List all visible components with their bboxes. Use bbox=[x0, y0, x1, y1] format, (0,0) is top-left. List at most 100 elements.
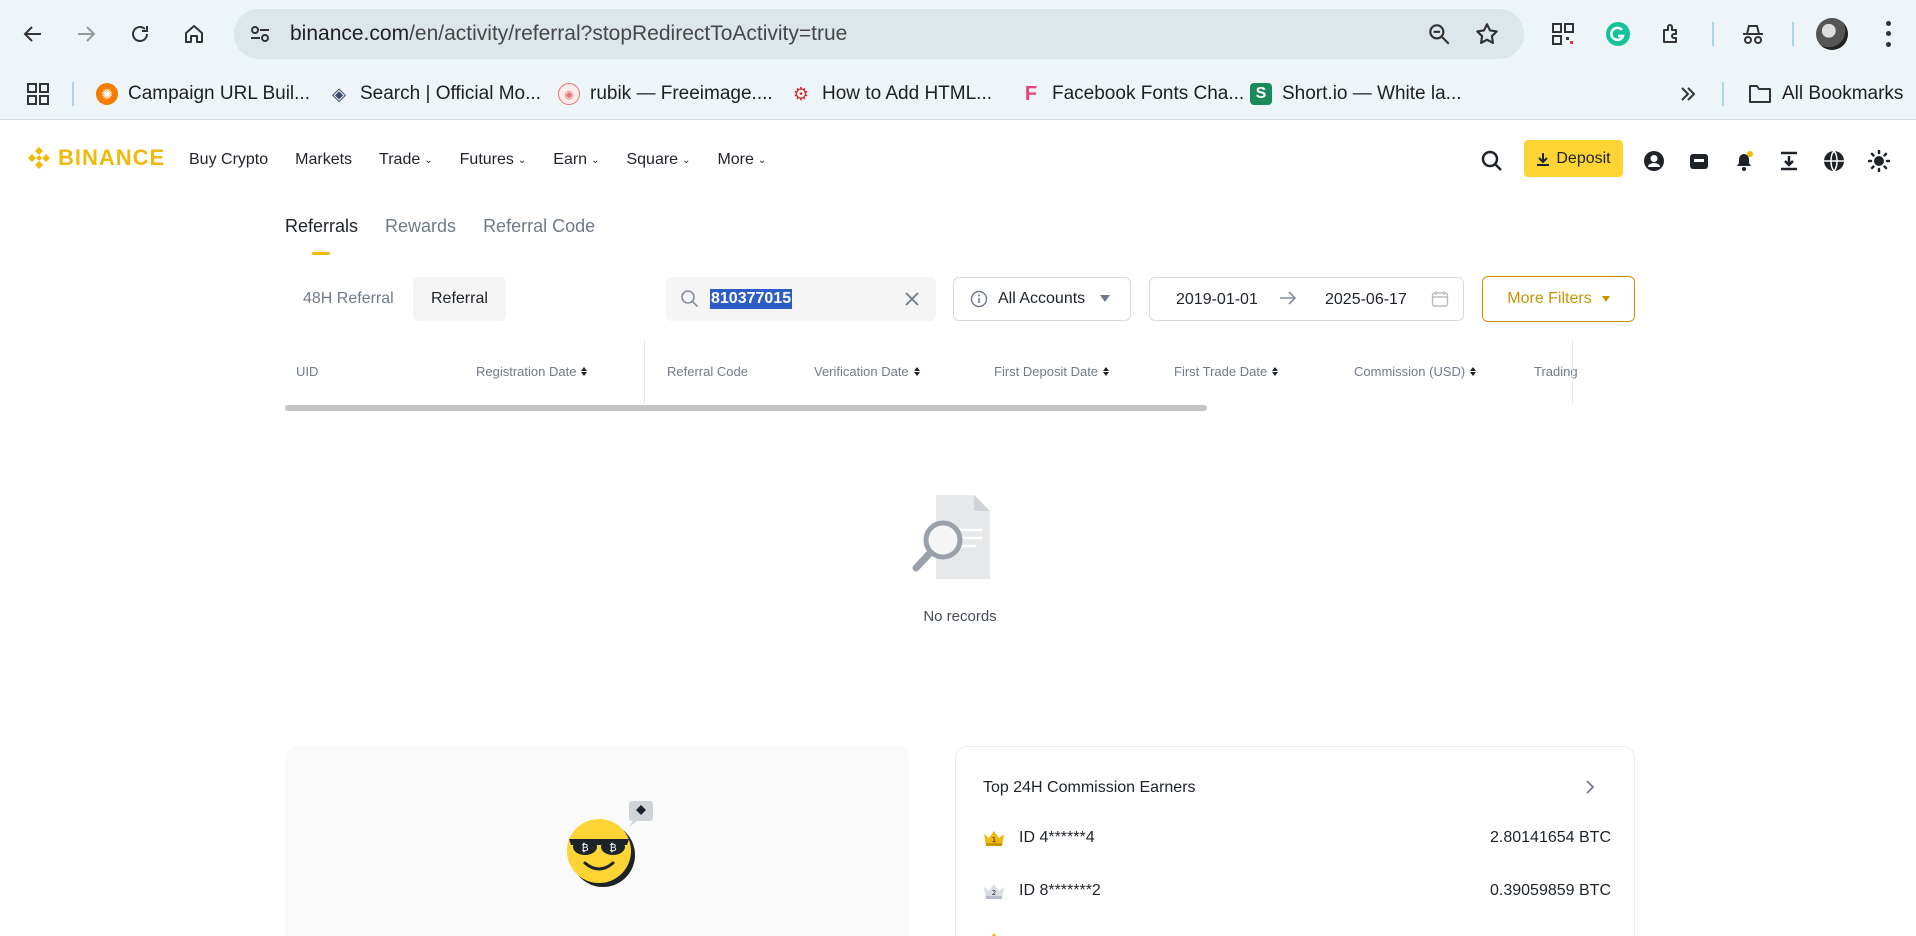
tab-referrals[interactable]: Referrals bbox=[285, 216, 358, 255]
forward-button[interactable] bbox=[69, 17, 103, 51]
gear-icon: ⚙ bbox=[792, 83, 810, 104]
column-divider bbox=[644, 340, 645, 404]
bookmark-item[interactable]: F Facebook Fonts Cha... bbox=[1020, 80, 1244, 108]
download-icon bbox=[1537, 152, 1550, 166]
bookmarks-bar: ✺ Campaign URL Buil... ◈ Search | Offici… bbox=[0, 68, 1916, 120]
segment-48h-referral[interactable]: 48H Referral bbox=[285, 277, 412, 321]
caret-down-icon bbox=[1601, 296, 1610, 302]
tab-referral-code[interactable]: Referral Code bbox=[483, 216, 595, 249]
browser-toolbar: binance.com/en/activity/referral?stopRed… bbox=[0, 0, 1916, 68]
chevron-right-icon[interactable] bbox=[1582, 777, 1598, 797]
caret-down-icon bbox=[1100, 295, 1110, 302]
bookmark-label: Short.io — White la... bbox=[1282, 83, 1462, 104]
col-first-trade-date[interactable]: First Trade Date bbox=[1174, 364, 1279, 379]
nav-square[interactable]: Square ⌄ bbox=[626, 151, 690, 169]
chevron-down-icon: ⌄ bbox=[757, 154, 767, 166]
svg-text:1: 1 bbox=[992, 836, 996, 844]
sort-icon bbox=[1272, 367, 1279, 376]
url-text: binance.com/en/activity/referral?stopRed… bbox=[290, 22, 848, 45]
svg-text:2: 2 bbox=[992, 889, 996, 897]
account-select[interactable]: All Accounts bbox=[953, 277, 1131, 321]
bookmark-item[interactable]: ✺ Campaign URL Buil... bbox=[96, 80, 310, 108]
address-bar[interactable]: binance.com/en/activity/referral?stopRed… bbox=[234, 9, 1524, 59]
segment-referral[interactable]: Referral bbox=[413, 277, 506, 321]
earner-row: 2 ID 8*******2 0.39059859 BTC bbox=[983, 880, 1611, 904]
date-from[interactable]: 2019-01-01 bbox=[1176, 291, 1258, 309]
svg-text:₿: ₿ bbox=[609, 842, 616, 854]
bookmark-label: Campaign URL Buil... bbox=[128, 83, 310, 104]
arrow-left-icon bbox=[23, 26, 41, 42]
chevron-down-icon: ⌄ bbox=[424, 154, 433, 166]
grammarly-icon[interactable] bbox=[1603, 19, 1633, 49]
theme-toggle-icon[interactable] bbox=[1867, 149, 1891, 173]
nav-markets[interactable]: Markets bbox=[295, 151, 352, 169]
globe-icon[interactable] bbox=[1822, 149, 1846, 173]
font-f-icon: F bbox=[1024, 82, 1038, 105]
svg-text:₿: ₿ bbox=[581, 842, 588, 854]
chevron-down-icon: ⌄ bbox=[517, 154, 527, 166]
table-horizontal-scrollbar[interactable] bbox=[285, 405, 1207, 411]
bookmark-label: Facebook Fonts Cha... bbox=[1052, 83, 1245, 104]
all-bookmarks-label: All Bookmarks bbox=[1782, 83, 1904, 104]
uid-search-input[interactable]: 810377015 bbox=[666, 277, 936, 321]
col-first-deposit-date[interactable]: First Deposit Date bbox=[994, 364, 1110, 379]
diamond-icon: ◈ bbox=[332, 83, 346, 104]
col-registration-date[interactable]: Registration Date bbox=[476, 364, 588, 379]
zoom-icon[interactable] bbox=[1426, 21, 1452, 47]
search-icon[interactable] bbox=[1480, 149, 1504, 173]
notifications-bell-icon[interactable] bbox=[1732, 149, 1756, 173]
info-icon bbox=[970, 290, 988, 308]
date-range-picker[interactable]: 2019-01-01 2025-06-17 bbox=[1149, 277, 1464, 321]
more-filters-button[interactable]: More Filters bbox=[1482, 276, 1635, 322]
wallet-icon[interactable] bbox=[1687, 149, 1711, 173]
nav-earn[interactable]: Earn ⌄ bbox=[553, 151, 599, 169]
home-icon bbox=[185, 25, 203, 43]
nav-trade[interactable]: Trade ⌄ bbox=[379, 151, 433, 169]
chevron-down-icon: ⌄ bbox=[591, 154, 600, 166]
date-to[interactable]: 2025-06-17 bbox=[1325, 291, 1407, 309]
clear-icon[interactable] bbox=[902, 289, 922, 309]
reload-button[interactable] bbox=[123, 17, 157, 51]
user-account-icon[interactable] bbox=[1642, 149, 1666, 173]
apps-grid-icon[interactable] bbox=[27, 80, 49, 108]
bookmark-star-icon[interactable] bbox=[1474, 21, 1500, 47]
binance-logo-icon bbox=[28, 147, 50, 169]
main-nav: Buy Crypto Markets Trade ⌄ Futures ⌄ Earn ⌄… bbox=[189, 151, 793, 169]
gold-crown-icon: 1 bbox=[984, 831, 1004, 846]
nav-buy-crypto[interactable]: Buy Crypto bbox=[189, 151, 268, 169]
arrow-right-icon bbox=[1280, 291, 1297, 305]
bookmark-item[interactable]: S Short.io — White la... bbox=[1250, 80, 1462, 108]
nav-more[interactable]: More ⌄ bbox=[717, 151, 766, 169]
promo-card: ₿ ₿ bbox=[285, 746, 909, 936]
col-commission-usd[interactable]: Commission (USD) bbox=[1354, 364, 1477, 379]
sort-icon bbox=[1470, 367, 1477, 376]
incognito-icon[interactable] bbox=[1738, 19, 1768, 49]
all-bookmarks-button[interactable]: All Bookmarks bbox=[1748, 80, 1903, 108]
deposit-button[interactable]: Deposit bbox=[1524, 140, 1623, 177]
home-button[interactable] bbox=[177, 17, 211, 51]
browser-menu-icon[interactable] bbox=[1878, 18, 1898, 50]
bookmark-item[interactable]: ◈ Search | Official Mo... bbox=[328, 80, 541, 108]
bookmark-item[interactable]: ◉ rubik — Freeimage.... bbox=[558, 80, 773, 108]
sort-icon bbox=[1103, 367, 1110, 376]
bookmark-label: rubik — Freeimage.... bbox=[590, 83, 773, 104]
folder-icon bbox=[1749, 85, 1771, 103]
col-verification-date[interactable]: Verification Date bbox=[814, 364, 920, 379]
nav-futures[interactable]: Futures ⌄ bbox=[460, 151, 527, 169]
calendar-icon bbox=[1431, 291, 1449, 307]
top-earners-card: Top 24H Commission Earners 1 ID 4******4… bbox=[955, 746, 1635, 936]
no-records-text: No records bbox=[923, 608, 997, 625]
profile-avatar[interactable] bbox=[1816, 18, 1848, 50]
site-header: BINANCE Buy Crypto Markets Trade ⌄ Future… bbox=[0, 121, 1916, 197]
toolbar-divider bbox=[1712, 22, 1714, 46]
col-trading-clip: Trading bbox=[1534, 340, 1856, 404]
back-button[interactable] bbox=[16, 17, 50, 51]
binance-logo[interactable]: BINANCE bbox=[26, 145, 165, 171]
bookmarks-overflow-icon[interactable] bbox=[1678, 80, 1698, 108]
extensions-puzzle-icon[interactable] bbox=[1657, 19, 1687, 49]
tab-rewards[interactable]: Rewards bbox=[385, 216, 456, 249]
bookmark-item[interactable]: ⚙ How to Add HTML... bbox=[790, 80, 992, 108]
qr-extension-icon[interactable] bbox=[1548, 19, 1578, 49]
site-info-icon[interactable] bbox=[248, 22, 272, 46]
download-app-icon[interactable] bbox=[1777, 149, 1801, 173]
